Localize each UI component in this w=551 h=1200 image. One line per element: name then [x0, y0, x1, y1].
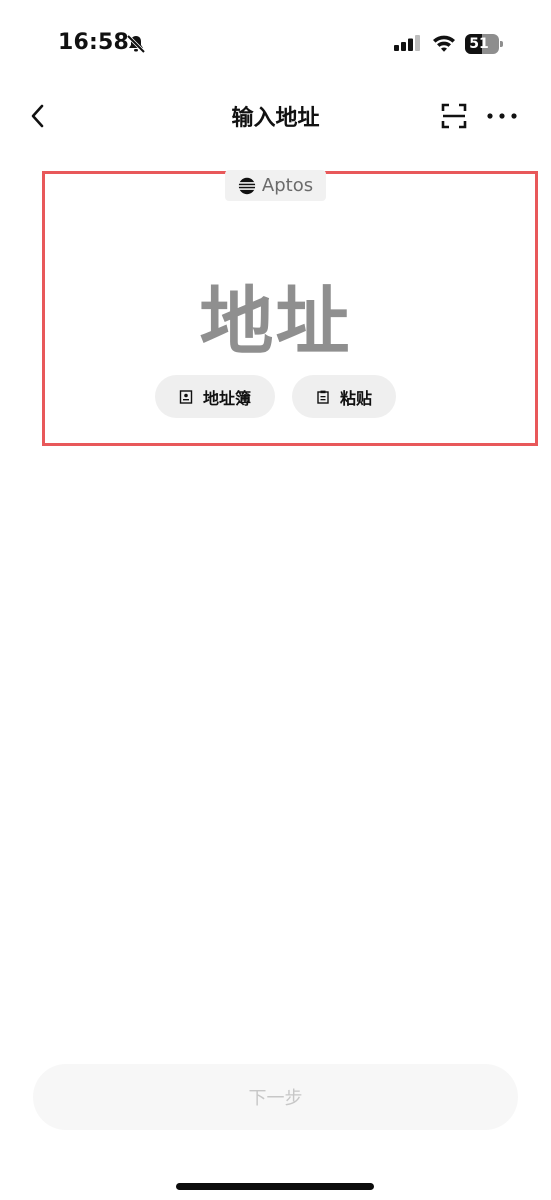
- battery-tip: [500, 41, 503, 47]
- cellular-signal-icon: [394, 35, 420, 51]
- more-button[interactable]: [486, 102, 518, 130]
- scan-icon: [441, 103, 467, 129]
- page-title: 输入地址: [231, 106, 320, 131]
- chain-name: Aptos: [261, 175, 314, 196]
- address-book-button[interactable]: 地址簿: [155, 375, 275, 418]
- clipboard-icon: [317, 390, 329, 404]
- bell-slash-icon: [126, 34, 146, 54]
- chain-badge[interactable]: Aptos: [225, 170, 326, 201]
- more-icon: [487, 113, 517, 119]
- status-bar: 16:58 51: [0, 0, 551, 90]
- address-book-label: 地址簿: [202, 388, 251, 408]
- address-input[interactable]: 地址: [0, 262, 551, 369]
- battery-body: 51: [465, 34, 499, 54]
- next-button-label: 下一步: [248, 1088, 303, 1109]
- paste-button[interactable]: 粘贴: [292, 375, 396, 418]
- nav-bar: 输入地址: [0, 90, 551, 142]
- wifi-icon: [433, 35, 455, 52]
- home-indicator: [176, 1183, 374, 1190]
- aptos-logo-icon: [238, 177, 256, 194]
- contact-book-icon: [179, 389, 193, 404]
- status-time: 16:58: [58, 30, 130, 55]
- screen: 16:58 51 输入地址 Aptos 地址 地址簿 粘贴 下一步: [0, 0, 551, 1200]
- battery-level: 51: [469, 36, 489, 52]
- scan-button[interactable]: [440, 102, 468, 130]
- paste-label: 粘贴: [339, 388, 372, 408]
- next-button[interactable]: 下一步: [33, 1064, 518, 1130]
- battery-icon: 51: [465, 34, 503, 54]
